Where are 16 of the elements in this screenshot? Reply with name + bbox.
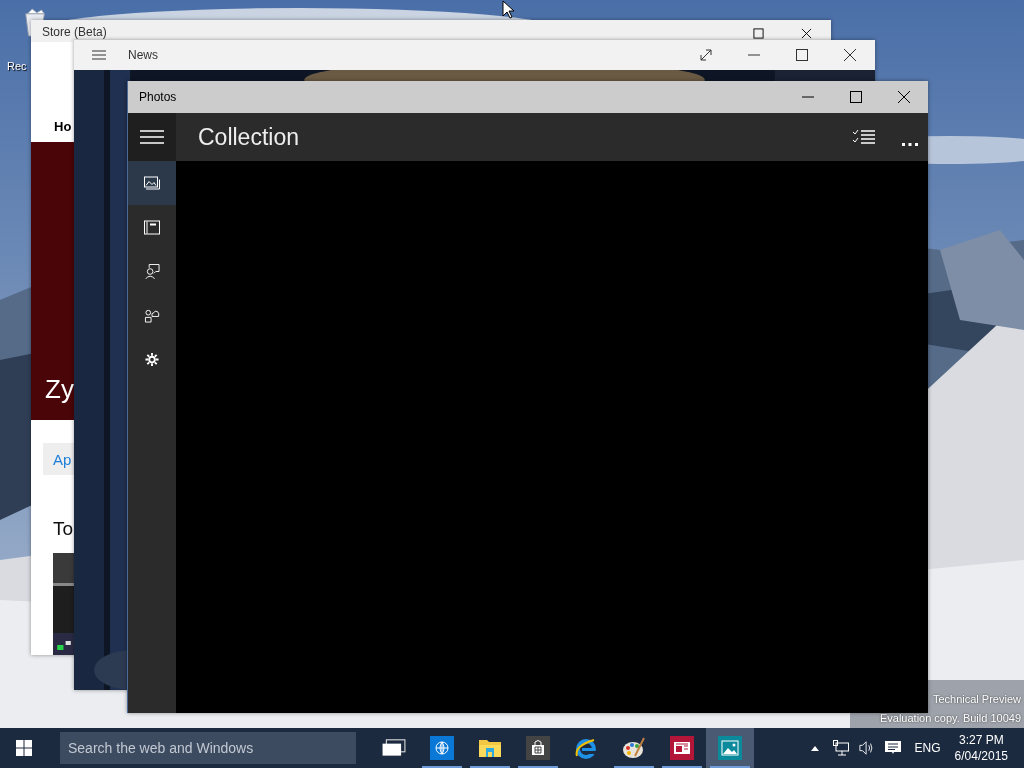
taskbar-button[interactable] <box>706 728 754 768</box>
browser-e-icon <box>574 736 598 760</box>
photo-icon <box>718 736 742 760</box>
volume-icon[interactable] <box>858 740 875 756</box>
network-icon[interactable] <box>832 740 849 756</box>
newspaper-icon <box>670 736 694 760</box>
windows-logo-icon <box>16 740 32 756</box>
message-icon[interactable] <box>884 740 901 756</box>
clock-time[interactable]: 3:27 PM <box>958 732 1004 748</box>
shopping-bag-icon <box>526 736 550 760</box>
search-field[interactable]: Search the web and Windows <box>60 732 356 764</box>
caret-up-icon[interactable] <box>810 745 819 751</box>
globe-icon <box>430 736 454 760</box>
palette-icon <box>622 736 646 760</box>
clock-date[interactable]: 6/04/2015 <box>954 748 1008 764</box>
input-language[interactable]: ENG <box>914 741 941 755</box>
